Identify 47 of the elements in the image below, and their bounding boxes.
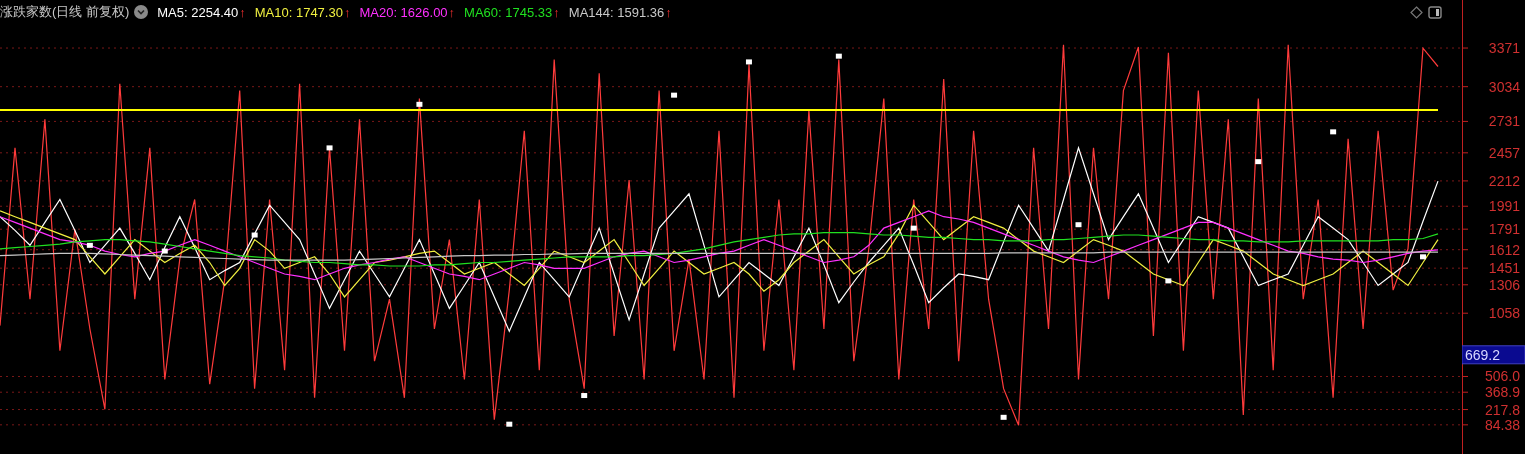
axis-label: 1791 [1488,221,1520,238]
indicator-value: MA20: 1626.00 [359,4,448,20]
axis-label: 2212 [1488,172,1520,189]
axis-label: 1306 [1488,276,1520,293]
axis-label: 3034 [1488,78,1520,95]
dropdown-icon[interactable] [134,5,149,19]
axis-label: 1612 [1488,241,1520,258]
marker [416,101,423,107]
marker [1075,222,1082,228]
axis-label: 506.0 [1484,368,1520,385]
marker [581,393,588,399]
axis-label: 368.9 [1484,384,1520,401]
up-arrow: ↑ [239,4,246,20]
marker [1420,254,1426,260]
marker [671,92,678,98]
up-arrow: ↑ [448,4,456,20]
axis-label: 1058 [1488,305,1520,322]
axis-label: 2731 [1488,113,1520,130]
marker [251,232,258,238]
indicator-value: MA60: 1745.33 [464,4,553,20]
axis-label: 2457 [1488,144,1520,161]
marker [1165,278,1172,284]
panel-icon[interactable] [1428,5,1442,19]
axis-label: 3371 [1488,40,1520,57]
marker [1330,129,1337,135]
marker [1000,414,1007,420]
marker [86,242,93,248]
axis-label: 84.38 [1484,416,1520,433]
up-arrow: ↑ [343,4,351,20]
diamond-icon[interactable] [1410,5,1423,19]
marker [326,145,333,151]
up-arrow: ↑ [553,4,560,20]
marker [910,225,917,231]
marker [835,53,842,59]
marker [745,59,752,65]
axis-label: 217.8 [1484,401,1520,418]
indicator-value: MA5: 2254.40 [157,4,239,20]
price-tag: 669.2 [1462,345,1525,365]
axis-label: 1451 [1488,260,1520,277]
up-arrow: ↑ [665,4,672,20]
marker [506,421,513,427]
indicator-value: MA10: 1747.30 [254,4,343,20]
chart-title: 涨跌家数(日线 前复权) [0,3,130,21]
indicator-value: MA144: 1591.36 [568,4,665,20]
marker [161,248,168,254]
marker [1255,159,1262,165]
axis-label: 1991 [1488,198,1520,215]
